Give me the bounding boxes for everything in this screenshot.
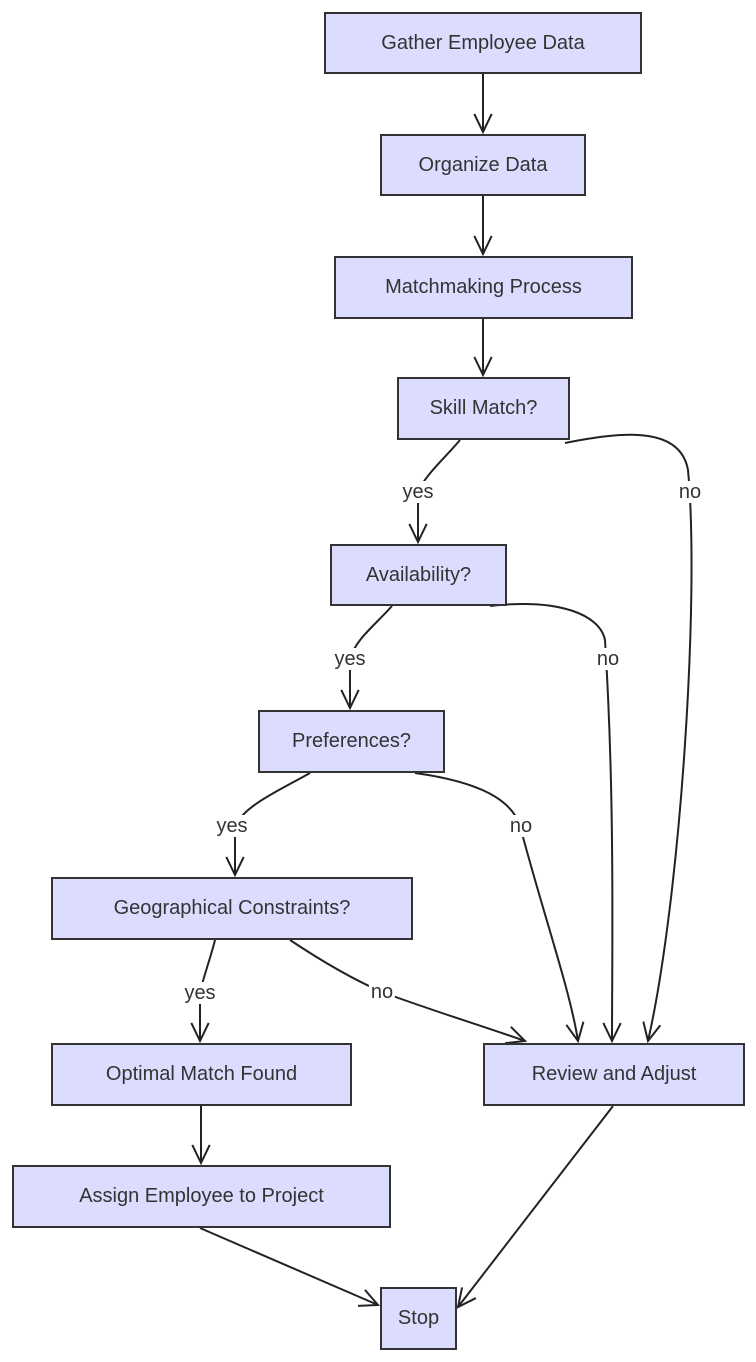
node-skill: Skill Match?: [397, 377, 570, 440]
edge-geo-to-review: [289, 939, 528, 1045]
node-assign: Assign Employee to Project: [12, 1165, 391, 1228]
edge-preferences-to-review: [414, 772, 585, 1044]
node-label: Review and Adjust: [531, 1063, 697, 1085]
node-availability: Availability?: [330, 544, 507, 606]
node-geo: Geographical Constraints?: [51, 877, 413, 940]
edge-skill-to-review: [564, 433, 693, 1044]
edge-label: no: [594, 648, 622, 670]
edge-organize-to-matchmaking: [473, 196, 493, 257]
node-gather: Gather Employee Data: [324, 12, 642, 74]
node-stop: Stop: [380, 1287, 457, 1350]
node-matchmaking: Matchmaking Process: [334, 256, 633, 319]
edge-label: yes: [182, 982, 218, 1004]
node-label: Optimal Match Found: [105, 1063, 298, 1085]
edges-layer: [190, 74, 693, 1309]
edge-label: yes: [332, 648, 368, 670]
edge-assign-to-stop: [199, 1227, 381, 1307]
node-label: Availability?: [365, 563, 472, 586]
node-organize: Organize Data: [380, 134, 586, 196]
edge-label: yes: [400, 481, 436, 503]
edge-gather-to-organize: [473, 74, 493, 135]
node-label: Organize Data: [418, 153, 548, 176]
edge-label: no: [676, 481, 704, 503]
node-label: Preferences?: [292, 730, 411, 752]
edge-review-to-stop: [456, 1105, 614, 1309]
edge-optimal-to-assign: [191, 1106, 211, 1166]
node-label: Geographical Constraints?: [113, 897, 351, 919]
edge-label: yes: [214, 815, 250, 837]
edge-label: no: [368, 981, 396, 1003]
edge-matchmaking-to-skill: [473, 319, 493, 378]
edge-label: no: [507, 815, 535, 837]
node-review: Review and Adjust: [483, 1043, 745, 1106]
node-label: Skill Match?: [429, 397, 538, 419]
node-label: Stop: [397, 1307, 440, 1329]
node-label: Gather Employee Data: [381, 31, 585, 54]
node-preferences: Preferences?: [258, 710, 445, 773]
node-optimal: Optimal Match Found: [51, 1043, 352, 1106]
node-label: Assign Employee to Project: [79, 1185, 324, 1207]
node-label: Matchmaking Process: [385, 276, 582, 298]
